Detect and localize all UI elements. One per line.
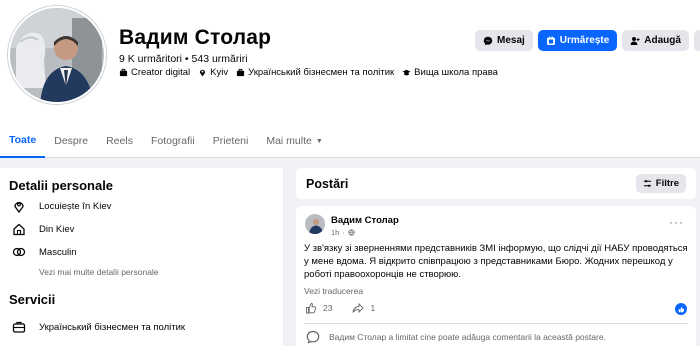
tag-label: Вища школа права xyxy=(414,67,498,78)
tag-work: Український бізнесмен та політик xyxy=(236,67,394,78)
briefcase-icon xyxy=(119,68,128,77)
follow-button[interactable]: Urmărește xyxy=(537,30,618,51)
thumbs-up-icon xyxy=(678,306,684,312)
profile-tags: Creator digital Kyiv Український бізнесм… xyxy=(119,67,498,78)
briefcase-icon xyxy=(12,321,26,333)
post-text: У зв'язку зі зверненнями представників З… xyxy=(304,243,688,280)
comments-restricted-notice: Вадим Столар a limitat cine poate adăuga… xyxy=(306,330,606,344)
comment-notice-text: Вадим Столар a limitat cine poate adăuga… xyxy=(329,332,606,342)
tab-all[interactable]: Toate xyxy=(0,124,46,158)
tag-location: Kyiv xyxy=(198,67,228,78)
follow-icon xyxy=(546,36,555,45)
services-title: Servicii xyxy=(9,292,56,307)
info-label: Locuiește în Kiev xyxy=(39,200,112,212)
posts-title: Postări xyxy=(306,177,349,191)
separator-dot: · xyxy=(342,228,345,237)
likes-count: 23 xyxy=(323,303,333,313)
info-label: Din Kiev xyxy=(39,223,75,235)
tag-education: Вища школа права xyxy=(402,67,498,78)
tag-category: Creator digital xyxy=(119,67,190,78)
graduation-cap-icon xyxy=(402,69,411,76)
info-row-from: Din Kiev xyxy=(12,222,74,236)
comment-icon xyxy=(306,330,320,344)
more-options-icon[interactable]: ··· xyxy=(669,216,684,228)
see-more-details-link[interactable]: Vezi mai multe detalii personale xyxy=(39,267,159,277)
location-pin-icon xyxy=(14,201,24,213)
like-reaction-badge[interactable] xyxy=(675,303,687,315)
tab-about[interactable]: Despre xyxy=(45,124,97,158)
followers-count[interactable]: 9 K urmăritori • 543 urmăriri xyxy=(119,53,248,65)
profile-name: Вадим Столар xyxy=(119,26,272,49)
message-button[interactable]: Mesaj xyxy=(475,30,533,51)
add-label: Adaugă xyxy=(644,35,681,46)
message-label: Mesaj xyxy=(497,35,525,46)
work-icon xyxy=(236,68,245,77)
info-label: Masculin xyxy=(39,246,77,258)
gender-icon xyxy=(12,247,26,257)
post-author-avatar[interactable] xyxy=(305,214,325,234)
tab-more-label: Mai multe xyxy=(266,135,312,147)
info-row-lives-in: Locuiește în Kiev xyxy=(12,199,111,213)
post-card: Вадим Столар 1h · ··· У зв'язку зі зверн… xyxy=(296,206,696,346)
see-translation-link[interactable]: Vezi traducerea xyxy=(304,286,363,296)
filters-label: Filtre xyxy=(655,178,679,189)
personal-details-title: Detalii personale xyxy=(9,178,114,193)
tab-reels[interactable]: Reels xyxy=(97,124,142,158)
tab-more[interactable]: Mai multe ▼ xyxy=(257,124,331,158)
tag-label: Kyiv xyxy=(210,67,229,78)
tag-label: Creator digital xyxy=(131,67,191,78)
home-icon xyxy=(13,223,25,236)
tab-photos[interactable]: Fotografii xyxy=(142,124,204,158)
profile-actions: Mesaj Urmărește Adaugă xyxy=(475,30,700,51)
follow-label: Urmărește xyxy=(559,35,610,46)
info-row-gender: Masculin xyxy=(12,245,77,259)
posts-header-card: Postări Filtre xyxy=(296,168,696,199)
post-timestamp[interactable]: 1h · xyxy=(331,228,355,237)
caret-down-icon: ▼ xyxy=(315,137,323,145)
intro-card: Detalii personale Locuiește în Kiev Din … xyxy=(0,168,283,346)
profile-tabs: Toate Despre Reels Fotografii Prieteni M… xyxy=(0,124,700,158)
location-pin-icon xyxy=(199,69,206,77)
share-icon[interactable] xyxy=(352,302,365,314)
like-icon[interactable] xyxy=(305,302,317,314)
info-row-service: Український бізнесмен та політик xyxy=(12,320,185,334)
post-divider xyxy=(304,323,688,324)
messenger-icon xyxy=(483,36,493,45)
shares-count: 1 xyxy=(370,303,376,313)
post-time-label: 1h xyxy=(331,228,340,237)
globe-icon xyxy=(348,229,355,236)
add-person-icon xyxy=(630,36,640,45)
profile-avatar[interactable] xyxy=(8,6,106,104)
profile-header: Вадим Столар 9 K urmăritori • 543 urmări… xyxy=(0,0,700,158)
add-friend-button[interactable]: Adaugă xyxy=(622,30,689,51)
info-label: Український бізнесмен та політик xyxy=(39,321,186,333)
filters-button[interactable]: Filtre xyxy=(635,174,686,193)
tab-friends[interactable]: Prieteni xyxy=(204,124,258,158)
tag-label: Український бізнесмен та політик xyxy=(248,67,395,78)
filter-sliders-icon xyxy=(643,180,651,187)
post-reactions: 23 1 xyxy=(305,302,375,314)
post-author-name[interactable]: Вадим Столар xyxy=(331,215,399,226)
more-options-button[interactable] xyxy=(693,30,700,51)
